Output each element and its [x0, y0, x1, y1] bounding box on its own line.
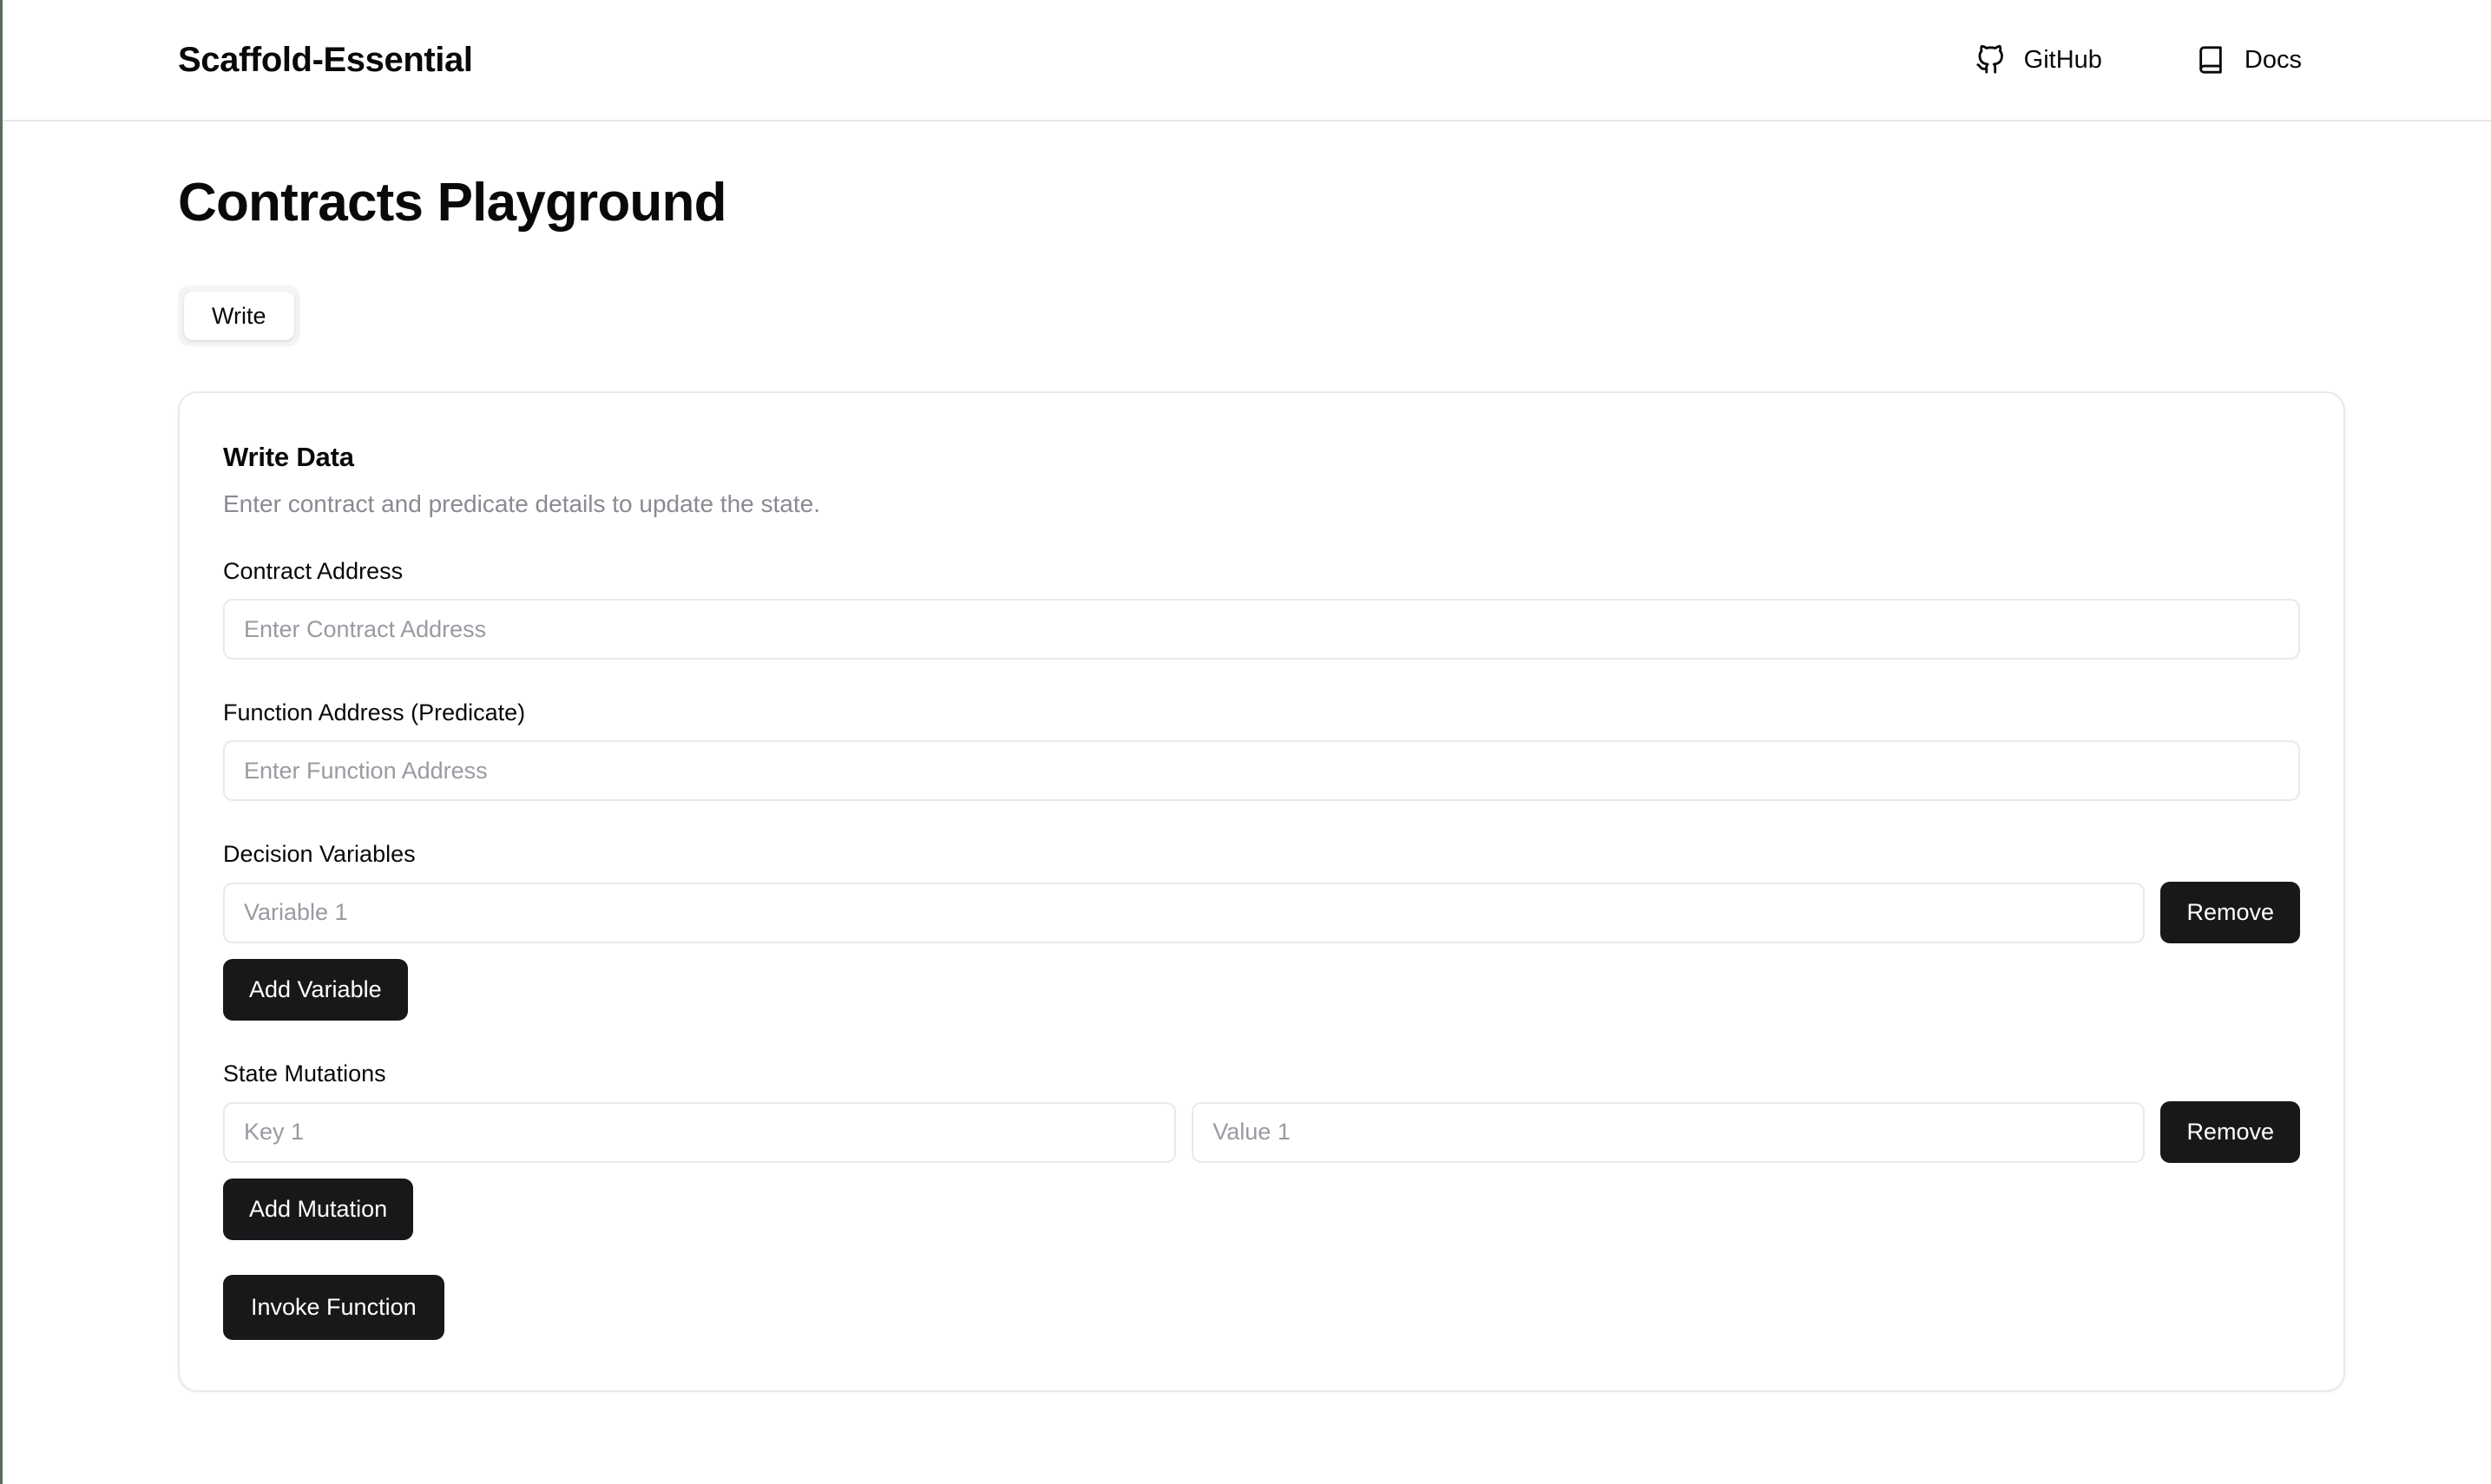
card-description: Enter contract and predicate details to … — [223, 490, 820, 518]
brand-title: Scaffold-Essential — [178, 40, 473, 79]
add-mutation-button[interactable]: Add Mutation — [223, 1179, 414, 1241]
remove-variable-button[interactable]: Remove — [2160, 882, 2300, 944]
add-variable-button[interactable]: Add Variable — [223, 959, 408, 1021]
remove-mutation-button[interactable]: Remove — [2160, 1101, 2300, 1164]
header-nav: GitHub Docs — [1975, 45, 2397, 75]
main-content: Contracts Playground Write Write Data En… — [3, 172, 2491, 1393]
card-title: Write Data — [223, 442, 354, 473]
field-decision-variables: Decision Variables Remove Add Variable — [223, 841, 2300, 1021]
nav-link-docs[interactable]: Docs — [2196, 45, 2302, 75]
github-icon — [1975, 45, 2005, 75]
page-title: Contracts Playground — [178, 173, 726, 233]
decision-variables-label: Decision Variables — [223, 841, 416, 868]
write-data-card: Write Data Enter contract and predicate … — [178, 391, 2345, 1393]
state-mutation-row: Remove — [223, 1101, 2300, 1164]
field-function-address: Function Address (Predicate) — [223, 699, 2300, 802]
function-address-input[interactable] — [223, 740, 2300, 802]
contract-address-input[interactable] — [223, 599, 2300, 660]
mutation-value-input[interactable] — [1192, 1101, 2146, 1163]
field-contract-address: Contract Address — [223, 558, 2300, 660]
contract-address-label: Contract Address — [223, 558, 404, 585]
nav-link-github[interactable]: GitHub — [1975, 45, 2102, 75]
invoke-function-wrap: Invoke Function — [223, 1275, 2300, 1341]
field-state-mutations: State Mutations Remove Add Mutation — [223, 1060, 2300, 1241]
decision-variable-input[interactable] — [223, 882, 2146, 943]
state-mutations-label: State Mutations — [223, 1060, 386, 1087]
function-address-label: Function Address (Predicate) — [223, 699, 526, 726]
app-viewport: Scaffold-Essential GitHub Docs Contracts… — [0, 0, 2491, 1484]
book-icon — [2196, 45, 2225, 75]
nav-link-github-label: GitHub — [2023, 45, 2102, 74]
tabs-bar: Write — [178, 286, 300, 347]
decision-variable-row: Remove — [223, 882, 2300, 944]
nav-link-docs-label: Docs — [2244, 45, 2302, 74]
invoke-function-button[interactable]: Invoke Function — [223, 1275, 444, 1341]
site-header: Scaffold-Essential GitHub Docs — [3, 0, 2491, 121]
mutation-key-input[interactable] — [223, 1101, 1177, 1163]
tab-write[interactable]: Write — [184, 292, 294, 341]
